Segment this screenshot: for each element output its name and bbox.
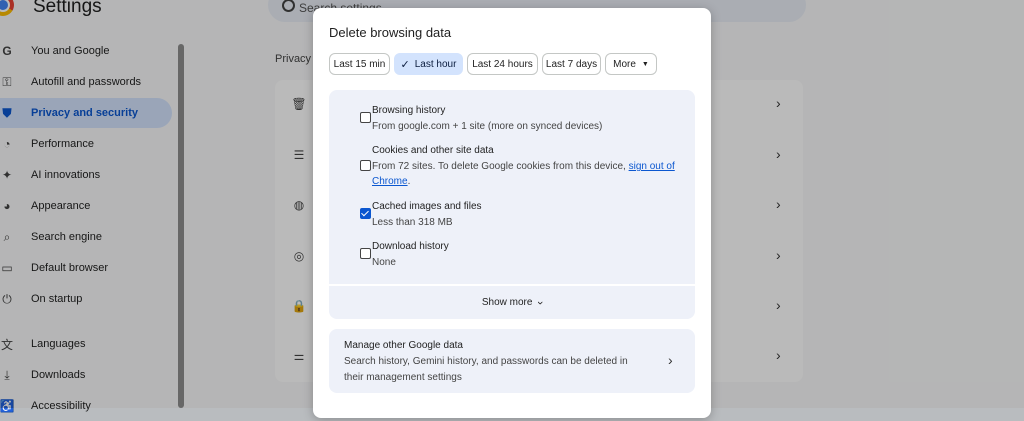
dialog-title: Delete browsing data [329,25,452,40]
option-desc: From google.com + 1 site (more on synced… [372,121,603,132]
option-desc-text: From 72 sites. To delete Google cookies … [372,161,629,172]
chip-label: More [613,58,636,70]
chip-last-hour[interactable]: ✓ Last hour [394,53,463,75]
cookies-checkbox[interactable] [360,160,371,171]
chip-last-7-days[interactable]: Last 7 days [542,53,601,75]
option-desc: None [372,257,396,268]
show-more-button[interactable]: Show more › [329,286,695,319]
option-title: Cookies and other site data [372,145,494,156]
chip-label: Last 15 min [333,58,386,70]
option-desc-suffix: . [407,176,411,187]
chevron-down-icon: › [534,300,547,305]
download-history-checkbox[interactable] [360,248,371,259]
browsing-history-checkbox[interactable] [360,112,371,123]
chip-label: Last hour [414,58,457,70]
manage-desc: Search history, Gemini history, and pass… [344,356,628,383]
chip-label: Last 7 days [545,58,598,70]
cached-images-checkbox[interactable] [360,208,371,219]
option-desc: Less than 318 MB [372,217,453,228]
chip-last-24-hours[interactable]: Last 24 hours [467,53,538,75]
chip-last-15-min[interactable]: Last 15 min [329,53,390,75]
option-title: Cached images and files [372,201,482,212]
show-more-label: Show more [481,297,533,308]
option-title: Download history [372,241,449,252]
chevron-right-icon: › [668,352,673,368]
option-title: Browsing history [372,105,446,116]
chip-label: Last 24 hours [472,58,533,70]
chip-more-dropdown[interactable]: More ▼ [605,53,657,75]
checkmark-icon: ✓ [400,58,410,71]
option-desc: From 72 sites. To delete Google cookies … [372,159,687,189]
caret-down-icon: ▼ [641,60,649,68]
delete-browsing-data-dialog: Delete browsing data Last 15 min ✓ Last … [313,8,711,418]
manage-title: Manage other Google data [344,340,463,351]
data-types-panel: Browsing history From google.com + 1 sit… [329,90,695,284]
manage-google-data-row[interactable]: Manage other Google data Search history,… [329,329,695,393]
